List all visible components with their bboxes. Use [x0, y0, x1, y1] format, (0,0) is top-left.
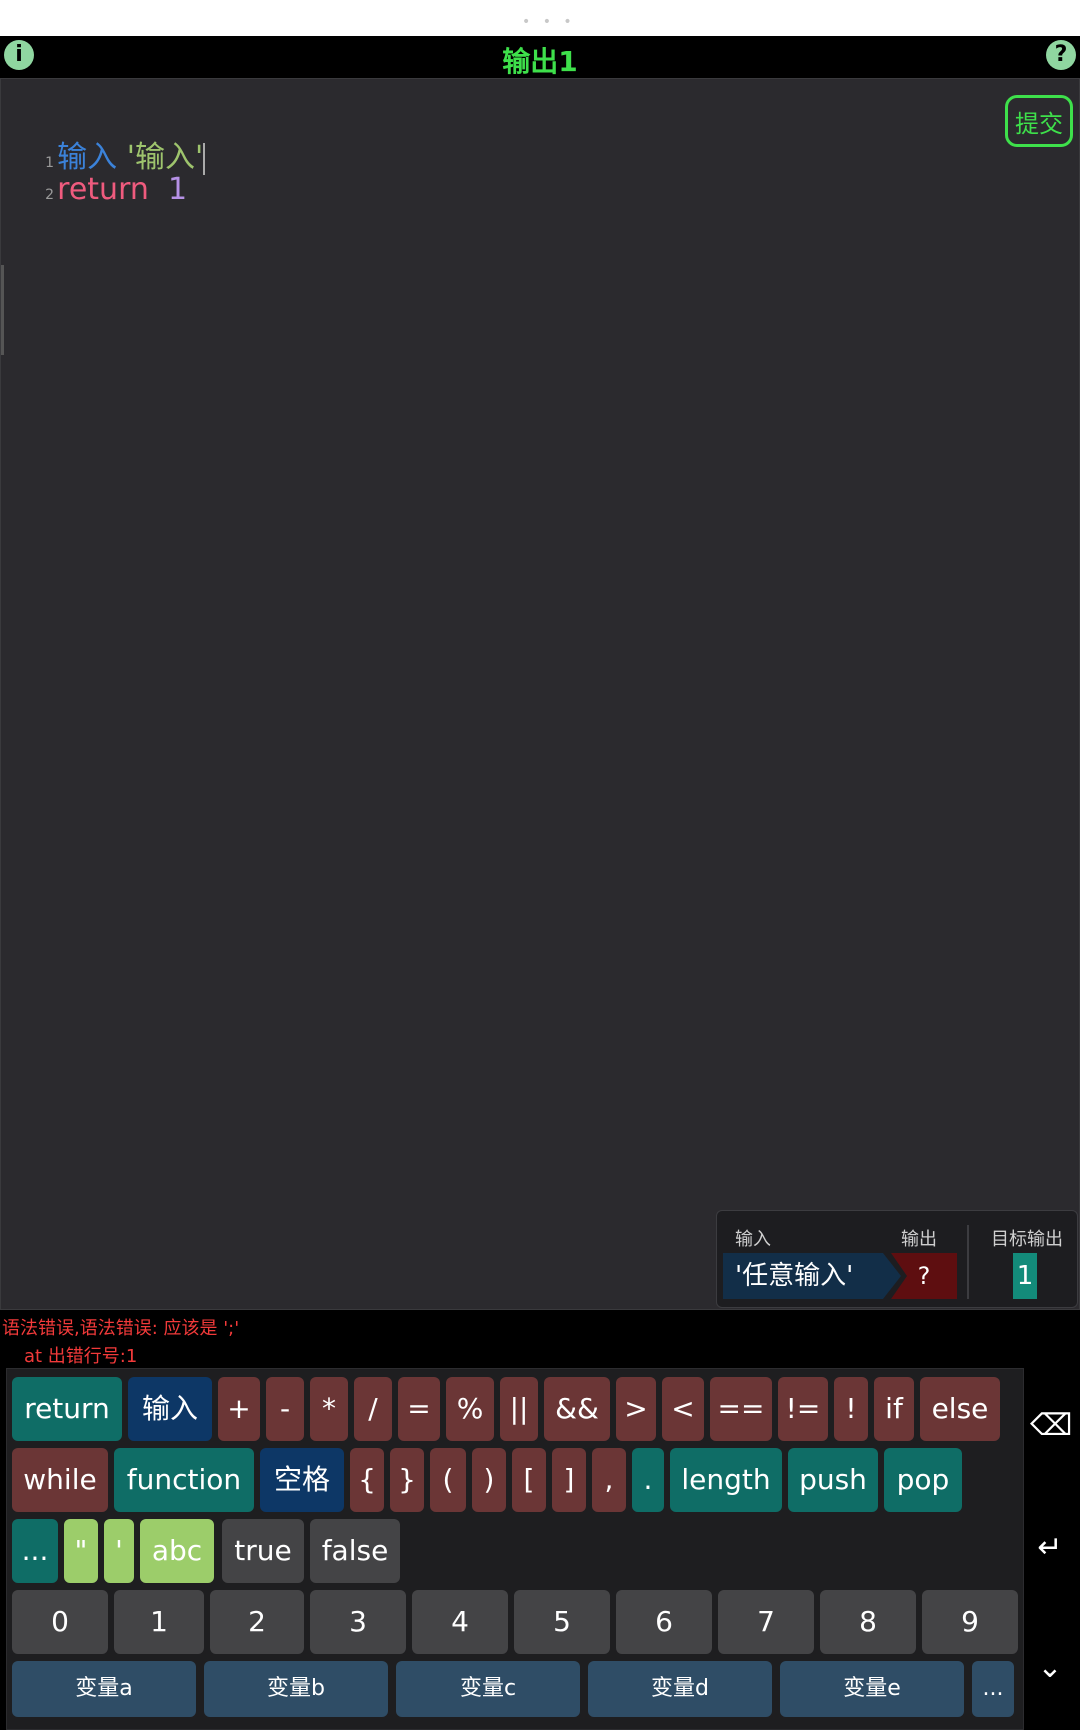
code-line-2[interactable]: 2 return 1 [7, 137, 187, 242]
key-not-equals[interactable]: != [778, 1377, 828, 1441]
key-double-quote[interactable]: " [64, 1519, 98, 1583]
key-else[interactable]: else [920, 1377, 1000, 1441]
key-left-paren[interactable]: ( [430, 1448, 466, 1512]
code-keyboard: return 输入 + - * / = % || && > < == != ! … [6, 1368, 1024, 1730]
key-variable-d[interactable]: 变量d [588, 1661, 772, 1717]
key-plus[interactable]: + [218, 1377, 260, 1441]
page-title: 输出1 [502, 45, 578, 78]
key-digit-7[interactable]: 7 [718, 1590, 814, 1654]
key-digit-2[interactable]: 2 [210, 1590, 304, 1654]
key-comma[interactable]: , [592, 1448, 626, 1512]
key-right-bracket[interactable]: ] [552, 1448, 586, 1512]
key-digit-3[interactable]: 3 [310, 1590, 406, 1654]
key-dot[interactable]: . [632, 1448, 664, 1512]
key-right-paren[interactable]: ) [472, 1448, 506, 1512]
key-false[interactable]: false [310, 1519, 400, 1583]
key-digit-1[interactable]: 1 [114, 1590, 204, 1654]
text-cursor [203, 142, 206, 175]
key-greater[interactable]: > [616, 1377, 656, 1441]
key-and[interactable]: && [544, 1377, 610, 1441]
io-divider [967, 1225, 969, 1299]
submit-button[interactable]: 提交 [1005, 95, 1073, 147]
input-label: 输入 [735, 1229, 771, 1250]
key-abc[interactable]: abc [140, 1519, 214, 1583]
target-output-value: 1 [1013, 1253, 1037, 1299]
key-more-variables[interactable]: ... [972, 1661, 1014, 1717]
key-not[interactable]: ! [834, 1377, 868, 1441]
key-variable-b[interactable]: 变量b [204, 1661, 388, 1717]
key-ellipsis[interactable]: ... [12, 1519, 58, 1583]
key-divide[interactable]: / [354, 1377, 392, 1441]
key-assign[interactable]: = [398, 1377, 440, 1441]
key-digit-8[interactable]: 8 [820, 1590, 916, 1654]
number-literal: 1 [167, 172, 188, 207]
key-left-bracket[interactable]: [ [512, 1448, 546, 1512]
line-number: 2 [45, 187, 55, 203]
key-digit-9[interactable]: 9 [922, 1590, 1018, 1654]
editor-scroll-indicator [1, 265, 4, 355]
io-panel: 输入 输出 目标输出 '任意输入' ? 1 [716, 1210, 1078, 1308]
key-or[interactable]: || [500, 1377, 538, 1441]
key-function[interactable]: function [114, 1448, 254, 1512]
key-right-brace[interactable]: } [390, 1448, 424, 1512]
key-single-quote[interactable]: ' [104, 1519, 134, 1583]
backspace-icon[interactable]: ⌫ [1030, 1408, 1072, 1443]
keyword-return: return [57, 172, 149, 207]
key-pop[interactable]: pop [884, 1448, 962, 1512]
key-if[interactable]: if [874, 1377, 914, 1441]
top-strip: • • • [0, 0, 1080, 36]
input-value: '任意输入' [723, 1253, 883, 1299]
output-label: 输出 [901, 1229, 937, 1250]
key-multiply[interactable]: * [310, 1377, 348, 1441]
key-variable-c[interactable]: 变量c [396, 1661, 580, 1717]
key-digit-6[interactable]: 6 [616, 1590, 712, 1654]
key-digit-4[interactable]: 4 [412, 1590, 508, 1654]
hide-keyboard-icon[interactable]: ⌄ [1030, 1650, 1070, 1685]
enter-icon[interactable]: ↵ [1030, 1530, 1070, 1565]
key-push[interactable]: push [788, 1448, 878, 1512]
key-digit-0[interactable]: 0 [12, 1590, 108, 1654]
key-variable-e[interactable]: 变量e [780, 1661, 964, 1717]
key-true[interactable]: true [222, 1519, 304, 1583]
key-equals[interactable]: == [710, 1377, 772, 1441]
key-return[interactable]: return [12, 1377, 122, 1441]
key-digit-5[interactable]: 5 [514, 1590, 610, 1654]
header: i 输出1 ? [0, 36, 1080, 78]
key-length[interactable]: length [670, 1448, 782, 1512]
key-input[interactable]: 输入 [128, 1377, 212, 1441]
key-less[interactable]: < [662, 1377, 704, 1441]
help-icon[interactable]: ? [1046, 40, 1076, 70]
key-minus[interactable]: - [266, 1377, 304, 1441]
error-message: 语法错误,语法错误: 应该是 ';' [2, 1318, 240, 1339]
key-modulo[interactable]: % [446, 1377, 494, 1441]
key-left-brace[interactable]: { [350, 1448, 384, 1512]
key-variable-a[interactable]: 变量a [12, 1661, 196, 1717]
code-editor[interactable]: 1 输入 '输入' 2 return 1 提交 [0, 78, 1080, 1310]
key-while[interactable]: while [12, 1448, 108, 1512]
key-space[interactable]: 空格 [260, 1448, 344, 1512]
target-output-label: 目标输出 [991, 1229, 1063, 1250]
drag-handle-icon[interactable]: • • • [522, 14, 576, 30]
error-line-number: at 出错行号:1 [24, 1346, 138, 1367]
